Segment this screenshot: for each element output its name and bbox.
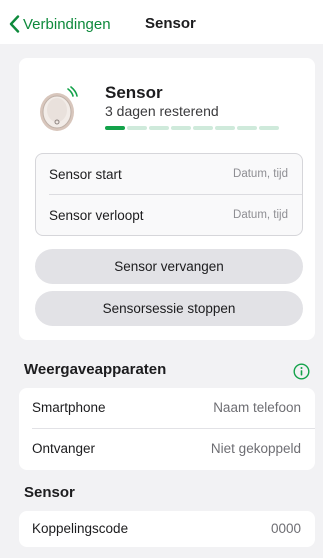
sensor-details-box: Sensor start Datum, tijd Sensor verloopt… [35,153,303,236]
sensor-expiry-label: Sensor verloopt [49,208,144,223]
receiver-value: Niet gekoppeld [210,441,301,456]
progress-segment [215,126,235,130]
sensor-start-row: Sensor start Datum, tijd [36,154,302,194]
sensor-expiry-value: Datum, tijd [233,209,288,221]
sensor-start-label: Sensor start [49,167,122,182]
smartphone-row[interactable]: Smartphone Naam telefoon [19,388,315,428]
back-button[interactable]: Verbindingen [9,13,111,35]
sensor-card: Sensor 3 dagen resterend Sensor start Da… [19,58,315,340]
display-devices-header: Weergaveapparaten [24,361,167,378]
receiver-row[interactable]: Ontvanger Niet gekoppeld [19,429,315,469]
progress-segment [193,126,213,130]
sensor-expiry-row: Sensor verloopt Datum, tijd [36,195,302,235]
pairing-code-value: 0000 [270,521,301,536]
sensor-remaining-text: 3 dagen resterend [105,103,219,119]
smartphone-value: Naam telefoon [213,400,301,415]
smartphone-label: Smartphone [32,400,106,415]
replace-sensor-button[interactable]: Sensor vervangen [35,249,303,284]
progress-segment [149,126,169,130]
progress-segment-filled [105,126,125,130]
sensor-section-header: Sensor [24,484,75,501]
progress-segment [259,126,279,130]
page-title: Sensor [145,15,196,32]
back-button-label: Verbindingen [23,15,111,33]
stop-sensor-session-button[interactable]: Sensorsessie stoppen [35,291,303,326]
navigation-bar: Verbindingen Sensor [0,0,323,44]
receiver-label: Ontvanger [32,441,96,456]
sensor-name: Sensor [105,83,163,102]
sensor-start-value: Datum, tijd [233,168,288,180]
progress-segment [237,126,257,130]
chevron-left-icon [9,15,20,33]
display-devices-list: Smartphone Naam telefoon Ontvanger Niet … [19,388,315,470]
pairing-code-label: Koppelingscode [32,521,129,536]
sensor-pairing-list: Koppelingscode 0000 [19,511,315,547]
progress-segment [127,126,147,130]
sensor-device-icon [40,86,78,131]
info-circle-icon[interactable] [293,363,310,380]
sensor-lifetime-progress [105,126,279,130]
progress-segment [171,126,191,130]
pairing-code-row[interactable]: Koppelingscode 0000 [19,511,315,547]
